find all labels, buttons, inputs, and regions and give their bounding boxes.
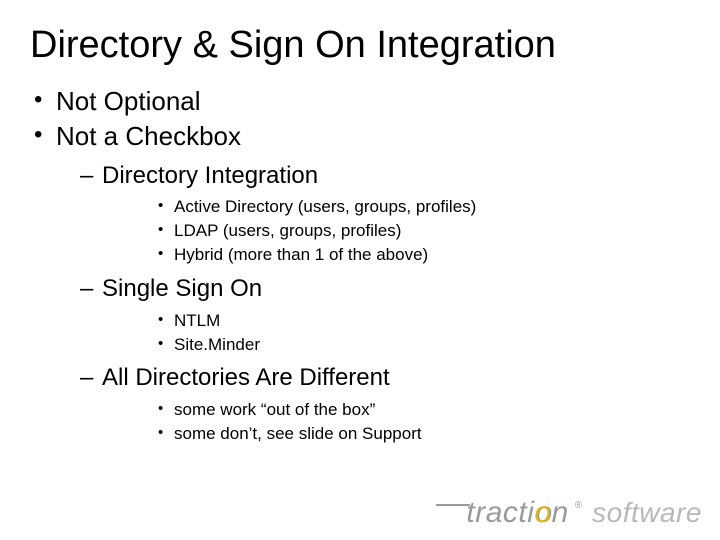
l3-item: some don’t, see slide on Support <box>102 423 690 446</box>
l2-heading: Single Sign On <box>102 275 262 302</box>
l1-item-text: Not a Checkbox <box>56 121 241 151</box>
l2-heading: Directory Integration <box>102 162 318 189</box>
logo-registered-mark: ® <box>575 500 582 511</box>
l3-item: NTLM <box>102 310 690 333</box>
bullet-list-level2: Directory Integration Active Directory (… <box>56 160 690 446</box>
bullet-list-level3: Active Directory (users, groups, profile… <box>102 196 690 267</box>
logo-underline <box>436 504 470 506</box>
l3-item: some work “out of the box” <box>102 399 690 422</box>
bullet-list-level1: Not Optional Not a Checkbox Directory In… <box>30 85 690 446</box>
logo-brand: traction <box>466 496 568 530</box>
l2-item: All Directories Are Different some work … <box>56 362 690 445</box>
logo-brand-pre: tracti <box>466 496 534 529</box>
bullet-list-level3: some work “out of the box” some don’t, s… <box>102 399 690 446</box>
l2-item: Directory Integration Active Directory (… <box>56 160 690 267</box>
slide: Directory & Sign On Integration Not Opti… <box>0 0 720 540</box>
logo-software: software <box>592 497 702 529</box>
l3-item: Site.Minder <box>102 334 690 357</box>
slide-title: Directory & Sign On Integration <box>30 24 690 67</box>
brand-logo: traction ® software <box>466 496 702 530</box>
l1-item: Not a Checkbox Directory Integration Act… <box>30 120 690 446</box>
l1-item: Not Optional <box>30 85 690 118</box>
l3-item: LDAP (users, groups, profiles) <box>102 220 690 243</box>
l3-item: Hybrid (more than 1 of the above) <box>102 244 690 267</box>
logo-brand-o: o <box>534 496 551 529</box>
l2-heading: All Directories Are Different <box>102 364 390 391</box>
l2-item: Single Sign On NTLM Site.Minder <box>56 273 690 356</box>
l3-item: Active Directory (users, groups, profile… <box>102 196 690 219</box>
logo-brand-post: n <box>552 496 569 529</box>
bullet-list-level3: NTLM Site.Minder <box>102 310 690 357</box>
